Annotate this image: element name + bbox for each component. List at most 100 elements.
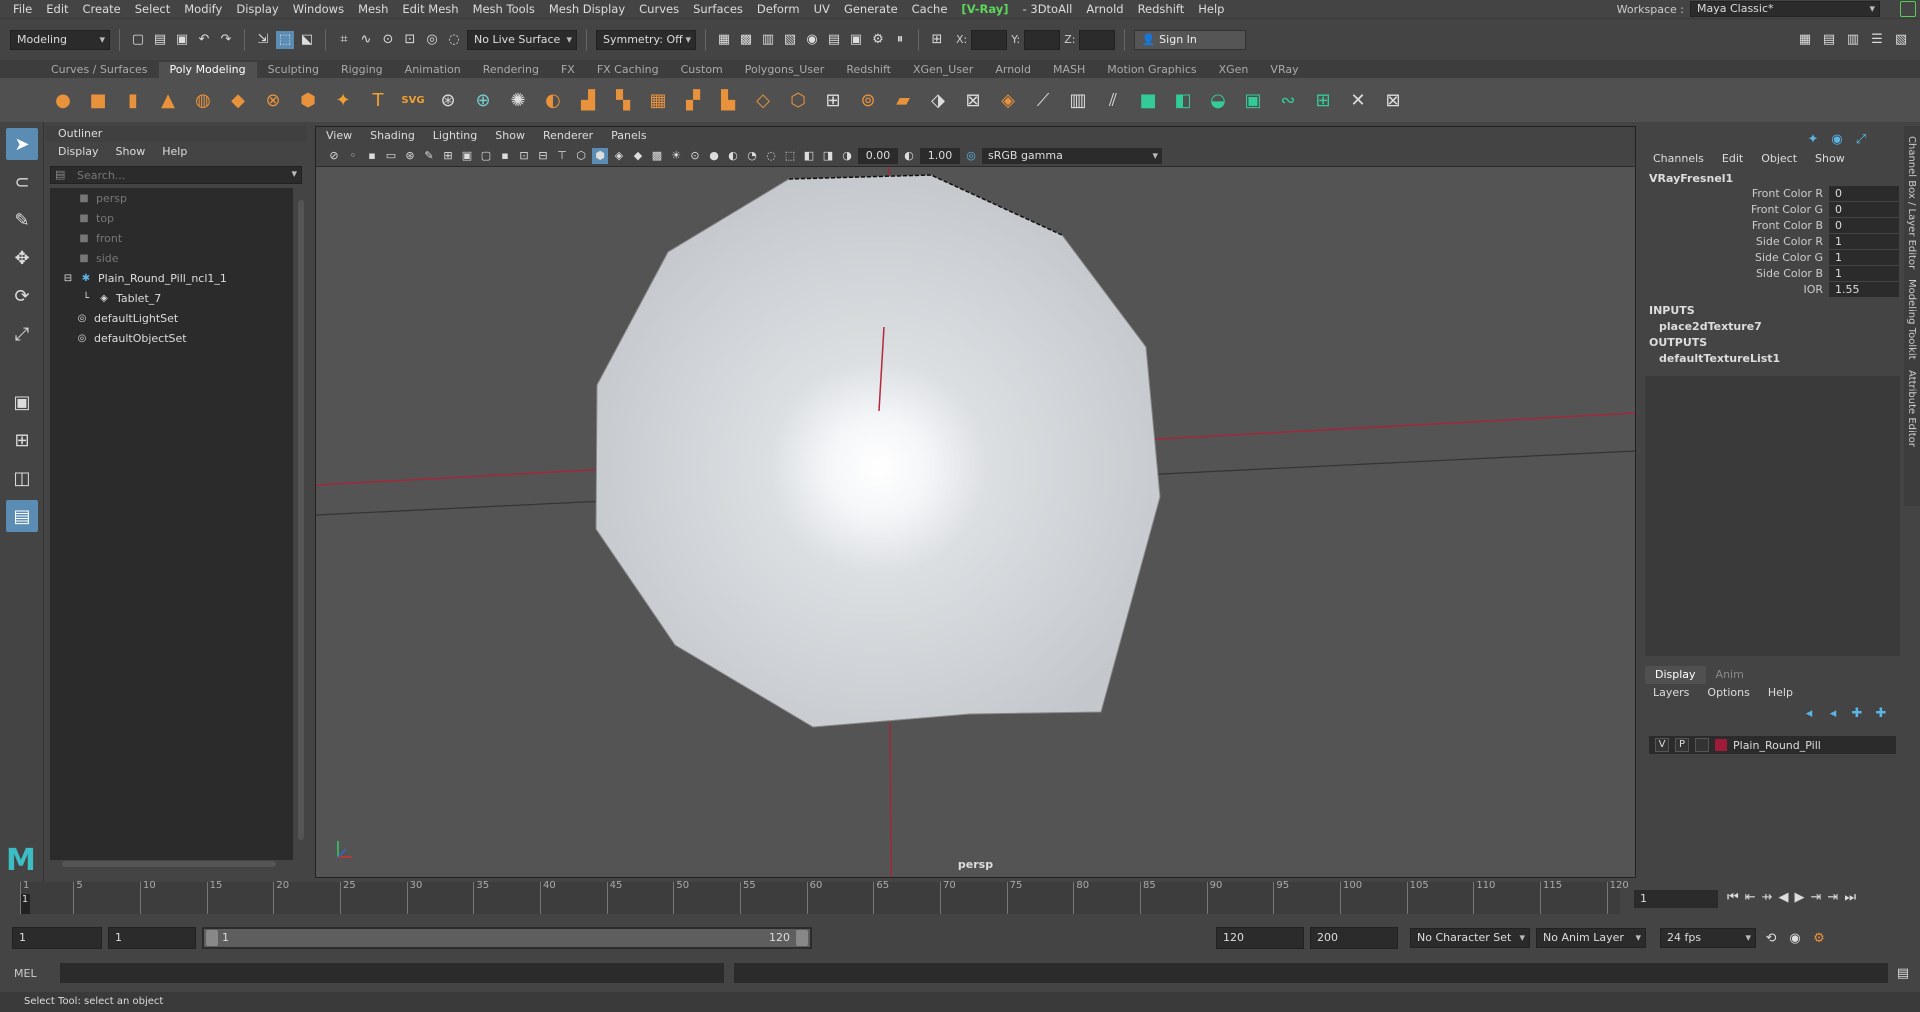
shelf-tab-fx[interactable]: FX <box>550 62 586 78</box>
safe-action-icon[interactable]: ⊟ <box>535 148 551 164</box>
outliner-vertical-scrollbar[interactable] <box>296 190 306 852</box>
scrollbar-thumb[interactable] <box>62 861 276 867</box>
menu-3dtoall[interactable]: - 3DtoAll <box>1016 2 1080 16</box>
menu-mesh-display[interactable]: Mesh Display <box>542 2 632 16</box>
attr-label[interactable]: Front Color R <box>1645 187 1829 200</box>
motion-blur-icon[interactable]: ◐ <box>725 148 741 164</box>
shelf-tab-xgen-user[interactable]: XGen_User <box>902 62 984 78</box>
boolean-icon[interactable]: ▞ <box>680 87 706 113</box>
attr-label[interactable]: Front Color G <box>1645 203 1829 216</box>
menu-file[interactable]: File <box>6 2 39 16</box>
attr-label[interactable]: Side Color R <box>1645 235 1829 248</box>
output-node[interactable]: defaultTextureList1 <box>1645 351 1900 367</box>
menu-edit[interactable]: Edit <box>39 2 75 16</box>
layer-row[interactable]: V P Plain_Round_Pill <box>1649 736 1896 754</box>
wireframe-icon[interactable]: ⬡ <box>573 148 589 164</box>
outliner-horizontal-scrollbar[interactable] <box>52 859 288 869</box>
grid-icon[interactable]: ⊞ <box>440 148 456 164</box>
channel-box-icon[interactable]: ☰ <box>1868 31 1886 49</box>
move-tool-icon[interactable]: ✥ <box>6 242 38 274</box>
live-surface-field[interactable]: No Live Surface <box>467 29 577 50</box>
center-pivot-icon[interactable]: ✺ <box>505 87 531 113</box>
shelf-tab-polygons-user[interactable]: Polygons_User <box>734 62 836 78</box>
range-slider[interactable]: 1 120 <box>202 927 812 949</box>
connect-icon[interactable]: ⟋ <box>1030 87 1056 113</box>
select-component-icon[interactable]: ⬕ <box>298 31 316 49</box>
tab-display[interactable]: Display <box>1645 666 1706 684</box>
layer-display-type-toggle[interactable] <box>1695 738 1709 752</box>
film-gate-icon[interactable]: ▣ <box>459 148 475 164</box>
vray-ipr-icon[interactable]: ▣ <box>847 31 865 49</box>
render-view-icon[interactable]: ▦ <box>715 31 733 49</box>
menu-generate[interactable]: Generate <box>837 2 905 16</box>
menuset-dropdown[interactable]: Modeling <box>10 29 110 50</box>
channel-info-icon[interactable]: ✦ <box>1804 130 1822 148</box>
shelf-tab-redshift[interactable]: Redshift <box>835 62 902 78</box>
redo-icon[interactable]: ↷ <box>217 31 235 49</box>
menu-mesh-tools[interactable]: Mesh Tools <box>466 2 542 16</box>
outliner-item-pill-group[interactable]: ⊟ ✱ Plain_Round_Pill_ncl1_1 <box>50 268 293 288</box>
color-management-icon[interactable]: ◎ <box>963 148 979 164</box>
render-settings-icon[interactable]: ▧ <box>781 31 799 49</box>
mirror-icon[interactable]: ▙ <box>715 87 741 113</box>
shelf-tab-arnold[interactable]: Arnold <box>984 62 1042 78</box>
shadows-icon[interactable]: ☀ <box>668 148 684 164</box>
colorspace-dropdown[interactable]: sRGB gamma <box>982 147 1162 164</box>
layer-menu-layers[interactable]: Layers <box>1653 684 1689 702</box>
shelf-tab-fx-caching[interactable]: FX Caching <box>586 62 670 78</box>
pause-icon[interactable]: ⏸ <box>891 31 909 49</box>
outliner-menu-show[interactable]: Show <box>116 144 146 160</box>
layer-playback-toggle[interactable]: P <box>1675 738 1689 752</box>
attr-value-field[interactable]: 1 <box>1829 233 1899 249</box>
layer-visibility-toggle[interactable]: V <box>1655 738 1669 752</box>
menu-arnold[interactable]: Arnold <box>1079 2 1130 16</box>
pill-tablet-mesh[interactable] <box>595 174 1161 728</box>
uv-cylindrical-icon[interactable]: ◧ <box>1170 87 1196 113</box>
poly-cone-icon[interactable]: ▲ <box>155 87 181 113</box>
viewport-scene[interactable]: persp <box>316 167 1635 877</box>
svg-tool-icon[interactable]: SVG <box>400 87 426 113</box>
menu-modify[interactable]: Modify <box>177 2 229 16</box>
shelf-tab-xgen[interactable]: XGen <box>1208 62 1260 78</box>
animation-prefs-icon[interactable]: ⚙ <box>1810 929 1828 947</box>
poly-disc-icon[interactable]: ⊗ <box>260 87 286 113</box>
anim-layer-dropdown[interactable]: No Anim Layer <box>1536 928 1646 948</box>
uv-sew-icon[interactable]: ⊠ <box>1380 87 1406 113</box>
merge-icon[interactable]: ⊚ <box>855 87 881 113</box>
depth-of-field-icon[interactable]: ◌ <box>763 148 779 164</box>
outliner-menu-display[interactable]: Display <box>58 144 99 160</box>
edge-loop-icon[interactable]: ⫽ <box>1100 87 1126 113</box>
shelf-tab-poly-modeling[interactable]: Poly Modeling <box>158 62 257 78</box>
move-layer-down-icon[interactable]: ◂ <box>1824 704 1842 722</box>
modeling-toolkit-icon[interactable]: ▦ <box>1796 31 1814 49</box>
field-chart-icon[interactable]: ⊡ <box>516 148 532 164</box>
screen-space-ao-icon[interactable]: ● <box>706 148 722 164</box>
exposure-icon[interactable]: ◑ <box>839 148 855 164</box>
layout-outliner-icon[interactable]: ▤ <box>6 500 38 532</box>
shelf-tab-motion-graphics[interactable]: Motion Graphics <box>1096 62 1207 78</box>
new-layer-selected-icon[interactable]: ✚ <box>1872 704 1890 722</box>
outliner-toggle-icon[interactable]: ▧ <box>1892 31 1910 49</box>
attr-value-field[interactable]: 1 <box>1829 249 1899 265</box>
resolution-gate-icon[interactable]: ▢ <box>478 148 494 164</box>
viewport-menu-panels[interactable]: Panels <box>611 127 646 145</box>
menu-windows[interactable]: Windows <box>286 2 351 16</box>
snap-point-icon[interactable]: ⊙ <box>379 31 397 49</box>
xray-joints-icon[interactable]: ◧ <box>801 148 817 164</box>
go-to-start-icon[interactable]: ⏮ <box>1727 890 1739 905</box>
sculpt-icon[interactable]: ⊛ <box>435 87 461 113</box>
extrude-icon[interactable]: ◇ <box>750 87 776 113</box>
xray-components-icon[interactable]: ◨ <box>820 148 836 164</box>
playback-start-field[interactable]: 1 <box>108 927 196 949</box>
measure-icon[interactable]: ⊕ <box>470 87 496 113</box>
attribute-editor-icon[interactable]: ▤ <box>1820 31 1838 49</box>
exposure-field[interactable]: 0.00 <box>858 147 898 164</box>
select-camera-icon[interactable]: ⊘ <box>326 148 342 164</box>
scale-tool-icon[interactable]: ⤢ <box>6 318 38 350</box>
antialiasing-icon[interactable]: ◔ <box>744 148 760 164</box>
platonic-solid-icon[interactable]: ⬢ <box>295 87 321 113</box>
uv-planar-icon[interactable]: ■ <box>1135 87 1161 113</box>
step-forward-key-icon[interactable]: ⇥ <box>1811 890 1822 905</box>
image-plane-icon[interactable]: ▭ <box>383 148 399 164</box>
viewport-menu-show[interactable]: Show <box>495 127 525 145</box>
